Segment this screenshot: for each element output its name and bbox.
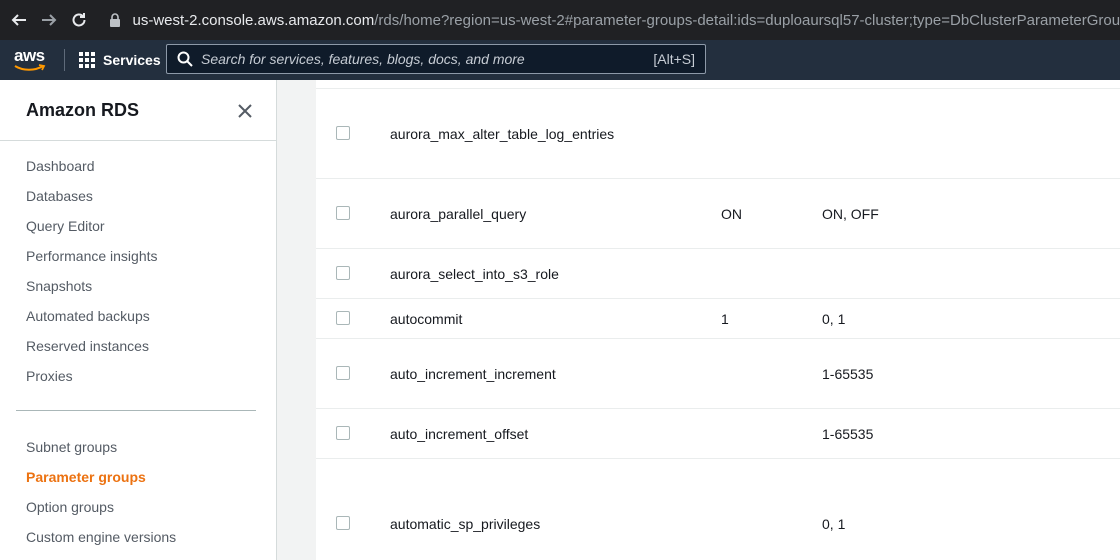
close-icon[interactable] [236,102,254,120]
table-row: aurora_parallel_query ON ON, OFF [316,179,1120,249]
search-shortcut-hint: [Alt+S] [653,51,695,67]
url-path: /rds/home?region=us-west-2#parameter-gro… [374,11,1120,29]
sidebar-item-custom-engine-versions[interactable]: Custom engine versions [26,529,176,545]
sidebar-item-parameter-groups[interactable]: Parameter groups [26,469,146,485]
services-grid-icon [79,52,95,68]
parameter-name: auto_increment_increment [390,366,556,382]
parameter-allowed-values: 0, 1 [822,516,846,532]
parameter-allowed-values: 1-65535 [822,366,874,382]
parameter-name: automatic_sp_privileges [390,516,541,532]
table-row: autocommit 1 0, 1 [316,299,1120,339]
url-host: us-west-2.console.aws.amazon.com [132,11,375,29]
parameter-allowed-values: ON, OFF [822,206,879,222]
services-menu-button[interactable]: Services [79,52,161,68]
parameter-name: auto_increment_offset [390,426,529,442]
sidebar-item-option-groups[interactable]: Option groups [26,499,114,515]
rds-sidebar: Amazon RDS Dashboard Databases Query Edi… [0,80,277,560]
row-checkbox[interactable] [336,366,350,380]
nav-divider [64,49,65,71]
aws-smile-icon [14,64,46,71]
aws-logo-text: aws [14,46,45,65]
parameter-value: 1 [721,311,729,327]
sidebar-item-performance-insights[interactable]: Performance insights [26,248,158,264]
content-gutter [277,80,316,560]
search-input[interactable] [201,51,631,67]
table-row: aurora_select_into_s3_role [316,249,1120,299]
parameter-name: aurora_max_alter_table_log_entries [390,126,615,142]
lock-icon [104,13,127,27]
table-row: auto_increment_increment 1-65535 [316,339,1120,409]
sidebar-item-dashboard[interactable]: Dashboard [26,158,95,174]
back-arrow-icon[interactable] [6,7,32,33]
services-label: Services [103,52,161,68]
sidebar-item-databases[interactable]: Databases [26,188,93,204]
forward-arrow-icon[interactable] [36,7,62,33]
parameter-name: aurora_select_into_s3_role [390,266,559,282]
row-checkbox[interactable] [336,516,350,530]
address-bar[interactable]: us-west-2.console.aws.amazon.com/rds/hom… [104,4,1120,36]
parameters-table: aurora_max_alter_table_log_entries auror… [316,80,1120,560]
sidebar-item-subnet-groups[interactable]: Subnet groups [26,439,117,455]
search-icon [177,51,193,67]
sidebar-item-query-editor[interactable]: Query Editor [26,218,105,234]
url-text: us-west-2.console.aws.amazon.com/rds/hom… [133,12,1120,29]
sidebar-divider [16,410,256,411]
parameter-allowed-values: 0, 1 [822,311,846,327]
sidebar-divider-top [0,140,276,141]
parameter-name: aurora_parallel_query [390,206,527,222]
table-row-partial [316,80,1120,89]
table-row: auto_increment_offset 1-65535 [316,409,1120,459]
row-checkbox[interactable] [336,426,350,440]
sidebar-title: Amazon RDS [26,100,140,120]
sidebar-item-proxies[interactable]: Proxies [26,368,73,384]
global-search[interactable]: [Alt+S] [166,44,706,74]
reload-icon[interactable] [66,7,92,33]
parameter-allowed-values: 1-65535 [822,426,874,442]
parameter-name: autocommit [390,311,463,327]
row-checkbox[interactable] [336,266,350,280]
row-checkbox[interactable] [336,126,350,140]
aws-logo[interactable]: aws [12,44,48,76]
table-row: aurora_max_alter_table_log_entries [316,89,1120,179]
browser-toolbar: us-west-2.console.aws.amazon.com/rds/hom… [0,0,1120,40]
sidebar-item-automated-backups[interactable]: Automated backups [26,308,150,324]
row-checkbox[interactable] [336,206,350,220]
sidebar-item-reserved-instances[interactable]: Reserved instances [26,338,149,354]
row-checkbox[interactable] [336,311,350,325]
sidebar-item-snapshots[interactable]: Snapshots [26,278,92,294]
parameter-value: ON [721,206,742,222]
table-row: automatic_sp_privileges 0, 1 [316,459,1120,560]
